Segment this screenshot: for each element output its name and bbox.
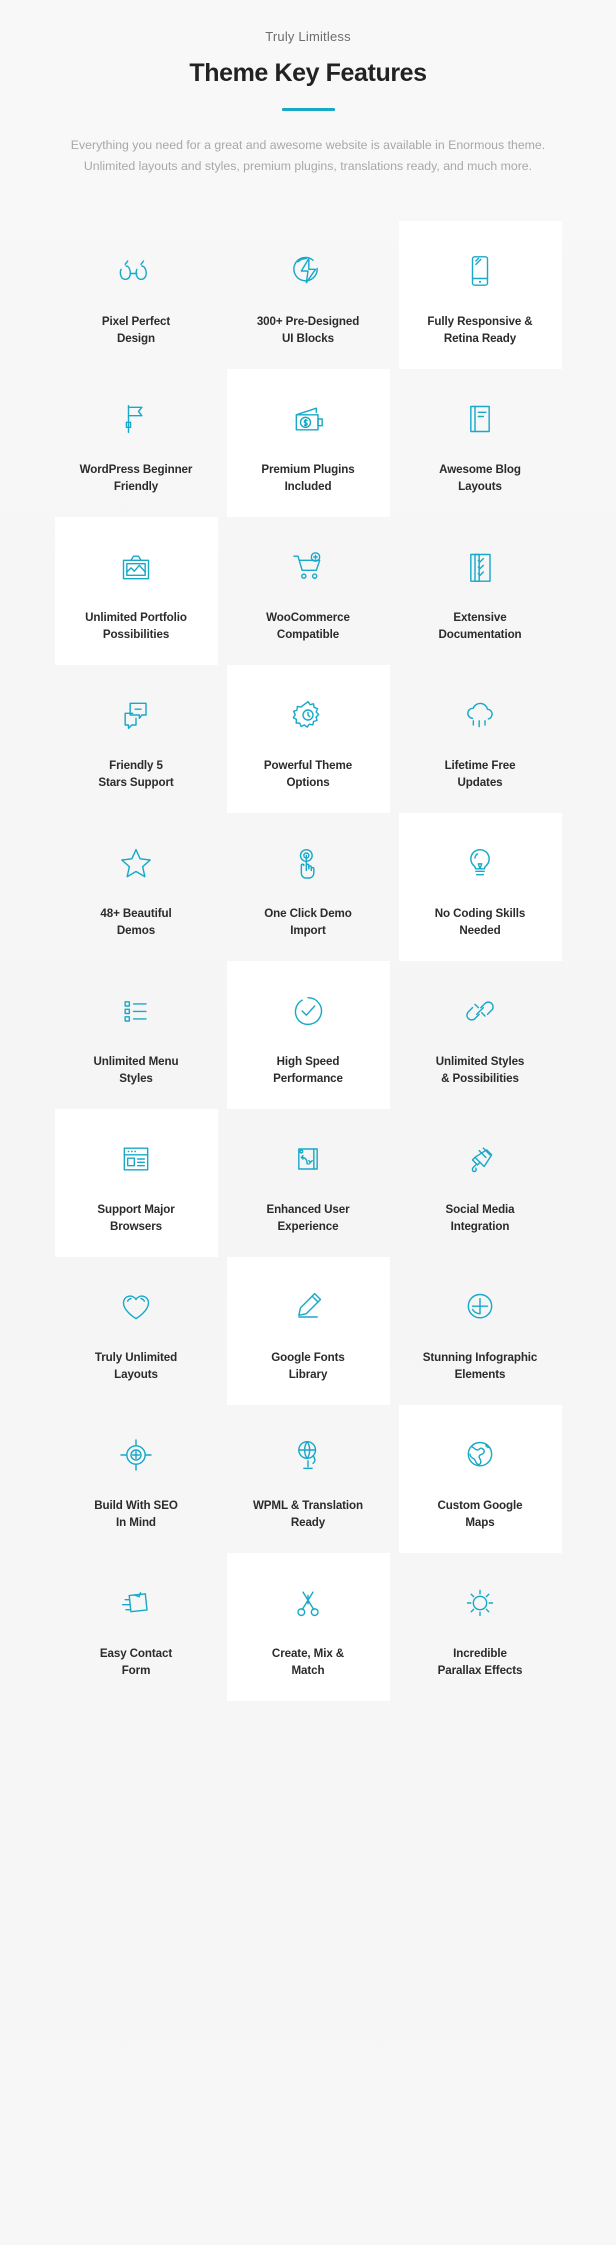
sun-icon [460,1575,500,1631]
feature-card[interactable]: Support Major Browsers [54,1109,218,1258]
flag-icon [116,391,156,447]
feature-card-label: High Speed Performance [273,1055,343,1086]
mobile-phone-icon [460,243,500,299]
feature-card[interactable]: Awesome Blog Layouts [399,369,562,517]
page-title: Theme Key Features [189,59,427,88]
feature-card[interactable]: Unlimited Portfolio Possibilities [54,517,218,666]
feature-card[interactable]: Custom Google Maps [398,1405,562,1554]
feature-card[interactable]: Lifetime Free Updates [399,665,562,813]
feature-card-label: Truly Unlimited Layouts [94,1351,178,1382]
feature-card-label: Extensive Documentation [438,611,522,642]
heart-icon [116,1279,156,1335]
scissors-icon [288,1575,328,1631]
browser-window-icon [116,1131,156,1187]
earth-globe-icon [460,1427,500,1483]
feature-card-label: WooCommerce Compatible [266,611,350,642]
lightbulb-icon [460,835,500,891]
feature-card-label: Social Media Integration [445,1203,515,1234]
feature-card[interactable]: Friendly 5 Stars Support [55,665,218,813]
feature-card-label: Unlimited Menu Styles [93,1055,179,1086]
feature-card[interactable]: Fully Responsive & Retina Ready [398,221,562,370]
feature-card[interactable]: Incredible Parallax Effects [399,1553,562,1701]
feature-card-label: WordPress Beginner Friendly [79,463,193,494]
globe-stand-icon [288,1427,328,1483]
checklist-document-icon [460,539,500,595]
theme-features-page: Truly Limitless Theme Key Features Every… [0,0,616,2245]
feature-card-label: Create, Mix & Match [271,1647,345,1678]
title-divider-wrap [0,108,616,112]
feature-card-label: 300+ Pre-Designed UI Blocks [256,315,360,346]
speed-check-icon [288,983,328,1039]
feature-card-label: Friendly 5 Stars Support [98,759,174,790]
feature-card-label: Custom Google Maps [437,1499,523,1530]
feature-card[interactable]: Build With SEO In Mind [55,1405,218,1553]
feature-card-label: Pixel Perfect Design [101,315,171,346]
feature-card-label: Google Fonts Library [271,1351,345,1382]
section-subtitle: Everything you need for a great and awes… [70,138,546,174]
feature-card[interactable]: Premium Plugins Included [226,369,390,518]
feature-card-label: 48+ Beautiful Demos [100,907,172,938]
feature-card-label: Premium Plugins Included [261,463,355,494]
feature-card[interactable]: Social Media Integration [399,1109,562,1257]
feature-card[interactable]: High Speed Performance [226,961,390,1110]
feature-card[interactable]: 48+ Beautiful Demos [55,813,218,961]
feature-card-label: One Click Demo Import [264,907,352,938]
star-icon [116,835,156,891]
book-layout-icon [460,391,500,447]
feature-card[interactable]: One Click Demo Import [227,813,390,961]
feature-card-label: Support Major Browsers [97,1203,175,1234]
feature-card[interactable]: Unlimited Menu Styles [55,961,218,1109]
feature-card[interactable]: 300+ Pre-Designed UI Blocks [227,221,390,369]
title-divider [281,108,335,112]
shopping-cart-icon [288,539,328,595]
feature-card-label: Build With SEO In Mind [94,1499,178,1530]
megaphone-icon [460,1131,500,1187]
feature-card[interactable]: Enhanced User Experience [227,1109,390,1257]
feature-card-label: WPML & Translation Ready [252,1499,364,1530]
feature-card[interactable]: Extensive Documentation [399,517,562,665]
feature-card[interactable]: Stunning Infographic Elements [399,1257,562,1405]
feature-card-label: No Coding Skills Needed [434,907,526,938]
feature-card-label: Fully Responsive & Retina Ready [427,315,533,346]
feature-card-label: Lifetime Free Updates [444,759,516,790]
feature-card-label: Unlimited Portfolio Possibilities [85,611,187,642]
feature-card-label: Enhanced User Experience [266,1203,350,1234]
feature-card-label: Powerful Theme Options [263,759,353,790]
chain-link-icon [460,983,500,1039]
list-menu-icon [116,983,156,1039]
cloud-rain-icon [460,687,500,743]
feature-card[interactable]: WordPress Beginner Friendly [55,369,218,517]
feature-card[interactable]: WooCommerce Compatible [227,517,390,665]
section-header: Truly Limitless Theme Key Features Every… [0,0,616,177]
feature-card-label: Easy Contact Form [99,1647,173,1678]
glasses-icon [116,243,156,299]
lightning-bolt-icon [288,243,328,299]
pencil-write-icon [288,1279,328,1335]
target-crosshair-icon [116,1427,156,1483]
feature-card[interactable]: Pixel Perfect Design [55,221,218,369]
feature-card[interactable]: Google Fonts Library [226,1257,390,1406]
feature-card[interactable]: Truly Unlimited Layouts [55,1257,218,1405]
section-eyebrow: Truly Limitless [265,29,351,44]
wallet-money-icon [288,391,328,447]
image-portfolio-icon [116,539,156,595]
gear-settings-icon [288,687,328,743]
click-hand-icon [288,835,328,891]
feature-card-label: Incredible Parallax Effects [437,1647,523,1678]
envelope-send-icon [116,1575,156,1631]
feature-card-label: Stunning Infographic Elements [422,1351,538,1382]
plus-circle-icon [460,1279,500,1335]
feature-card[interactable]: Create, Mix & Match [226,1553,390,1702]
feature-card[interactable]: WPML & Translation Ready [227,1405,390,1553]
feature-card[interactable]: Easy Contact Form [55,1553,218,1701]
design-board-icon [288,1131,328,1187]
feature-card[interactable]: Powerful Theme Options [226,665,390,814]
feature-card-label: Unlimited Styles & Possibilities [435,1055,525,1086]
feature-card[interactable]: No Coding Skills Needed [398,813,562,962]
chat-bubbles-icon [116,687,156,743]
feature-card-label: Awesome Blog Layouts [439,463,521,494]
features-grid: Pixel Perfect Design 300+ Pre-Designed UI… [0,221,616,1702]
feature-card[interactable]: Unlimited Styles & Possibilities [399,961,562,1109]
